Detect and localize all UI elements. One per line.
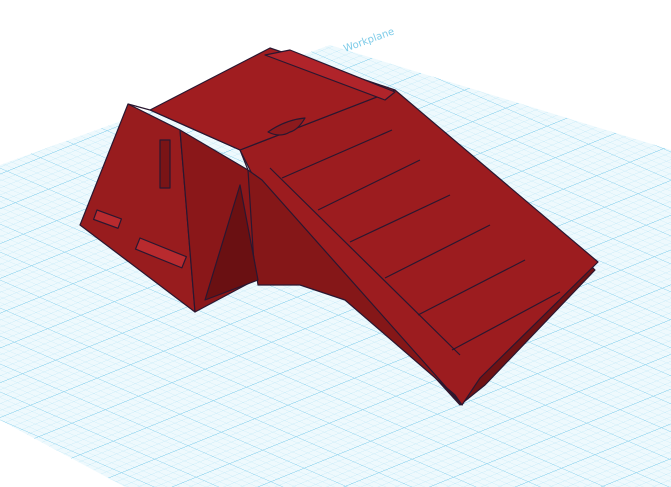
front-vent [159,139,171,189]
scene-svg[interactable]: Workplane [0,0,671,487]
3d-viewport[interactable]: Workplane [0,0,671,487]
workplane-label: Workplane [342,26,396,54]
